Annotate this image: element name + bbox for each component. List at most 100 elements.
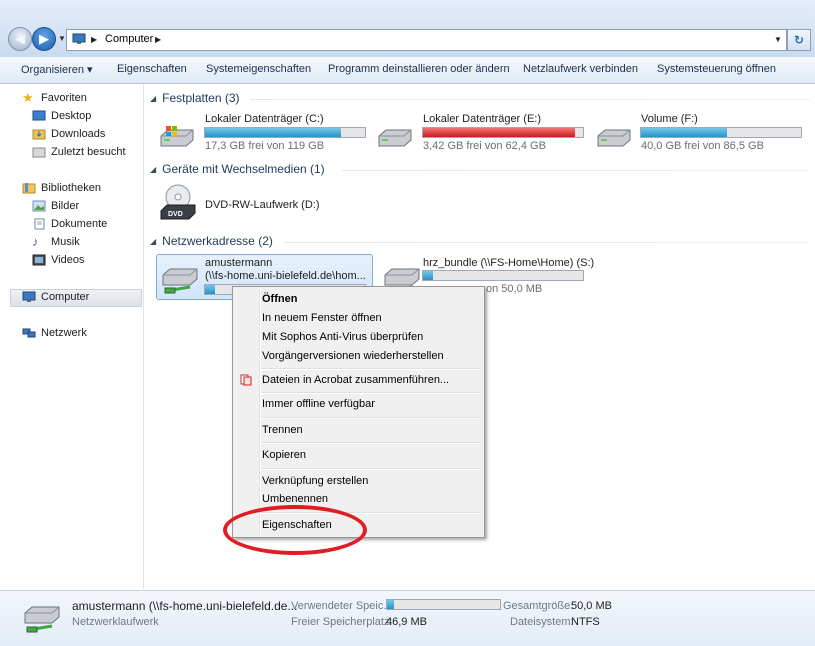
menu-item-open-new-window[interactable]: In neuem Fenster öffnen [262, 312, 382, 324]
details-type: Netzwerklaufwerk [72, 616, 159, 628]
drive-f-usage-fill [641, 128, 728, 137]
nav-pictures[interactable]: Bilder [32, 200, 79, 212]
menu-item-open[interactable]: Öffnen [262, 293, 297, 305]
nav-libraries-label: Bibliotheken [41, 182, 101, 194]
drive-f-free: 40,0 GB frei von 86,5 GB [641, 140, 764, 152]
menu-item-create-shortcut[interactable]: Verknüpfung erstellen [262, 475, 368, 487]
group-divider [284, 242, 810, 243]
dvd-drive-name[interactable]: DVD-RW-Laufwerk (D:) [205, 199, 320, 211]
nav-network[interactable]: Netzwerk [22, 327, 87, 339]
hard-drive-icon[interactable] [595, 124, 633, 150]
menu-item-restore-previous[interactable]: Vorgängerversionen wiederherstellen [262, 350, 444, 362]
group-removable-label: Geräte mit Wechselmedien (1) [162, 162, 325, 176]
details-fs-label: Dateisystem: [510, 616, 574, 628]
details-pane: amustermann (\\fs-home.uni-bielefeld.de.… [0, 590, 815, 646]
collapse-triangle-icon[interactable]: ◢ [150, 165, 156, 174]
network-drive-2-name[interactable]: hrz_bundle (\\FS-Home\Home) (S:) [423, 257, 594, 269]
nav-computer[interactable]: Computer [22, 291, 89, 303]
address-bar-area: ◀ ▶ ▼ ▶ Computer ▶ ▼ ↻ [0, 0, 815, 58]
drive-f-usage-bar [640, 127, 802, 138]
nav-favorites-label: Favoriten [41, 92, 87, 104]
menu-icon-gutter [259, 289, 261, 535]
network-drive-2-usage-bar [422, 270, 584, 281]
network-drive-1-path: (\\fs-home.uni-bielefeld.de\hom... [205, 270, 366, 282]
computer-icon [72, 33, 86, 44]
drive-c-name[interactable]: Lokaler Datenträger (C:) [205, 113, 324, 125]
nav-music[interactable]: ♪ Musik [32, 234, 80, 249]
nav-desktop-label: Desktop [51, 110, 92, 122]
drive-e-free: 3,42 GB frei von 62,4 GB [423, 140, 546, 152]
drive-c-usage-bar [204, 127, 366, 138]
nav-videos-label: Videos [51, 254, 85, 266]
nav-favorites[interactable]: ★ Favoriten [22, 91, 87, 104]
drive-e-usage-bar [422, 127, 584, 138]
menu-separator [261, 468, 481, 470]
network-drive-1-name: amustermann [205, 257, 273, 269]
downloads-folder-icon [32, 129, 46, 140]
menu-item-sophos-scan[interactable]: Mit Sophos Anti-Virus überprüfen [262, 331, 423, 343]
drive-e-usage-fill [423, 128, 575, 137]
nav-downloads-label: Downloads [51, 128, 106, 140]
music-icon: ♪ [32, 234, 39, 249]
acrobat-icon [240, 374, 252, 386]
details-total-label: Gesamtgröße: [503, 600, 574, 612]
forward-arrow-icon[interactable]: ▶ [32, 27, 56, 51]
map-network-drive-button[interactable]: Netzlaufwerk verbinden [523, 63, 638, 75]
breadcrumb-computer[interactable]: Computer [105, 33, 153, 45]
back-arrow-icon[interactable]: ◀ [8, 27, 32, 51]
documents-icon [34, 218, 45, 230]
address-field[interactable]: ▶ Computer ▶ ▼ [66, 29, 787, 51]
refresh-icon[interactable]: ↻ [787, 29, 811, 51]
hard-drive-icon[interactable] [376, 124, 414, 150]
chevron-right-icon[interactable]: ▶ [91, 35, 97, 44]
group-divider [342, 170, 810, 171]
network-drive-icon [162, 268, 198, 294]
computer-icon [22, 291, 36, 302]
group-divider [250, 99, 810, 100]
group-hard-drives[interactable]: ◢ Festplatten (3) [150, 91, 240, 105]
details-usage-bar [386, 599, 501, 610]
chevron-right-icon[interactable]: ▶ [155, 35, 161, 44]
collapse-triangle-icon[interactable]: ◢ [150, 94, 156, 103]
nav-pictures-label: Bilder [51, 200, 80, 212]
open-control-panel-button[interactable]: Systemsteuerung öffnen [657, 63, 776, 75]
nav-documents[interactable]: Dokumente [32, 218, 107, 230]
menu-item-always-offline[interactable]: Immer offline verfügbar [262, 398, 375, 410]
menu-separator [261, 417, 481, 419]
menu-item-disconnect[interactable]: Trennen [262, 424, 303, 436]
group-network[interactable]: ◢ Netzwerkadresse (2) [150, 234, 273, 248]
chevron-down-icon[interactable]: ▼ [774, 35, 782, 44]
videos-icon [32, 254, 46, 266]
network-drive-icon [24, 606, 60, 633]
drive-c-usage-fill [205, 128, 341, 137]
system-properties-button[interactable]: Systemeigenschaften [206, 63, 311, 75]
details-title: amustermann (\\fs-home.uni-bielefeld.de.… [72, 599, 298, 613]
details-fs-value: NTFS [571, 616, 600, 628]
nav-downloads[interactable]: Downloads [32, 128, 105, 140]
command-bar: Organisieren ▾ Eigenschaften Systemeigen… [0, 57, 815, 84]
desktop-icon [32, 110, 46, 121]
group-removable[interactable]: ◢ Geräte mit Wechselmedien (1) [150, 162, 325, 176]
details-total-value: 50,0 MB [571, 600, 612, 612]
menu-item-acrobat-merge[interactable]: Dateien in Acrobat zusammenführen... [262, 374, 449, 386]
recent-places-icon [32, 147, 46, 158]
network-drive-2-usage-fill [423, 271, 433, 280]
properties-button[interactable]: Eigenschaften [117, 63, 187, 75]
context-menu: Öffnen In neuem Fenster öffnen Mit Sopho… [232, 286, 485, 538]
history-dropdown-icon[interactable]: ▼ [58, 34, 66, 43]
menu-item-copy[interactable]: Kopieren [262, 449, 306, 461]
drive-e-name[interactable]: Lokaler Datenträger (E:) [423, 113, 541, 125]
nav-videos[interactable]: Videos [32, 254, 84, 266]
nav-recent[interactable]: Zuletzt besucht [32, 146, 126, 158]
uninstall-button[interactable]: Programm deinstallieren oder ändern [328, 63, 510, 75]
dvd-drive-icon[interactable]: DVD [158, 183, 198, 223]
menu-item-rename[interactable]: Umbenennen [262, 493, 328, 505]
system-drive-icon[interactable] [158, 124, 196, 150]
drive-f-name[interactable]: Volume (F:) [641, 113, 698, 125]
nav-desktop[interactable]: Desktop [32, 110, 91, 122]
collapse-triangle-icon[interactable]: ◢ [150, 237, 156, 246]
organize-button[interactable]: Organisieren ▾ [21, 63, 93, 76]
nav-libraries[interactable]: Bibliotheken [22, 182, 101, 194]
nav-documents-label: Dokumente [51, 218, 108, 230]
group-network-label: Netzwerkadresse (2) [162, 234, 273, 248]
